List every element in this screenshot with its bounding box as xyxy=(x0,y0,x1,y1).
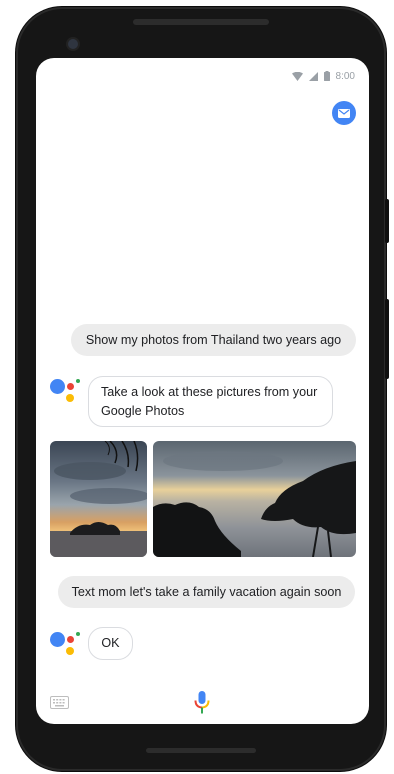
top-speaker xyxy=(133,19,269,25)
mic-button[interactable] xyxy=(193,690,211,716)
battery-icon xyxy=(323,71,330,81)
bottom-speaker xyxy=(146,748,256,753)
user-message-text: Text mom let's take a family vacation ag… xyxy=(71,585,342,599)
assistant-logo-icon xyxy=(50,629,82,661)
sunset-tree-photo[interactable] xyxy=(153,441,356,557)
keyboard-icon xyxy=(50,696,69,709)
keyboard-button[interactable] xyxy=(50,696,69,709)
volume-button xyxy=(385,299,389,379)
bottom-bar xyxy=(36,678,369,724)
user-message-text: Show my photos from Thailand two years a… xyxy=(85,333,342,347)
status-bar: 8:00 xyxy=(291,69,355,83)
sunset-island-photo[interactable] xyxy=(50,441,147,557)
assistant-message-line: Google Photos xyxy=(101,404,185,418)
assistant-screen: 8:00 Show my photos from Thailand two ye… xyxy=(36,58,369,724)
status-time: 8:00 xyxy=(335,70,355,82)
front-camera xyxy=(68,39,78,49)
assistant-message-line: Take a look at these pictures from your xyxy=(101,385,318,399)
user-message: Show my photos from Thailand two years a… xyxy=(71,324,356,356)
power-button xyxy=(385,199,389,243)
assistant-logo-icon xyxy=(50,376,82,408)
user-message: Text mom let's take a family vacation ag… xyxy=(58,576,355,608)
mic-icon xyxy=(194,691,210,714)
email-icon xyxy=(338,108,350,118)
wifi-icon xyxy=(291,71,303,81)
signal-icon xyxy=(308,71,318,81)
assistant-message-text: OK xyxy=(101,636,120,650)
email-button[interactable] xyxy=(332,101,356,125)
assistant-message: Take a look at these pictures from your … xyxy=(88,376,333,427)
assistant-message: OK xyxy=(88,627,133,660)
